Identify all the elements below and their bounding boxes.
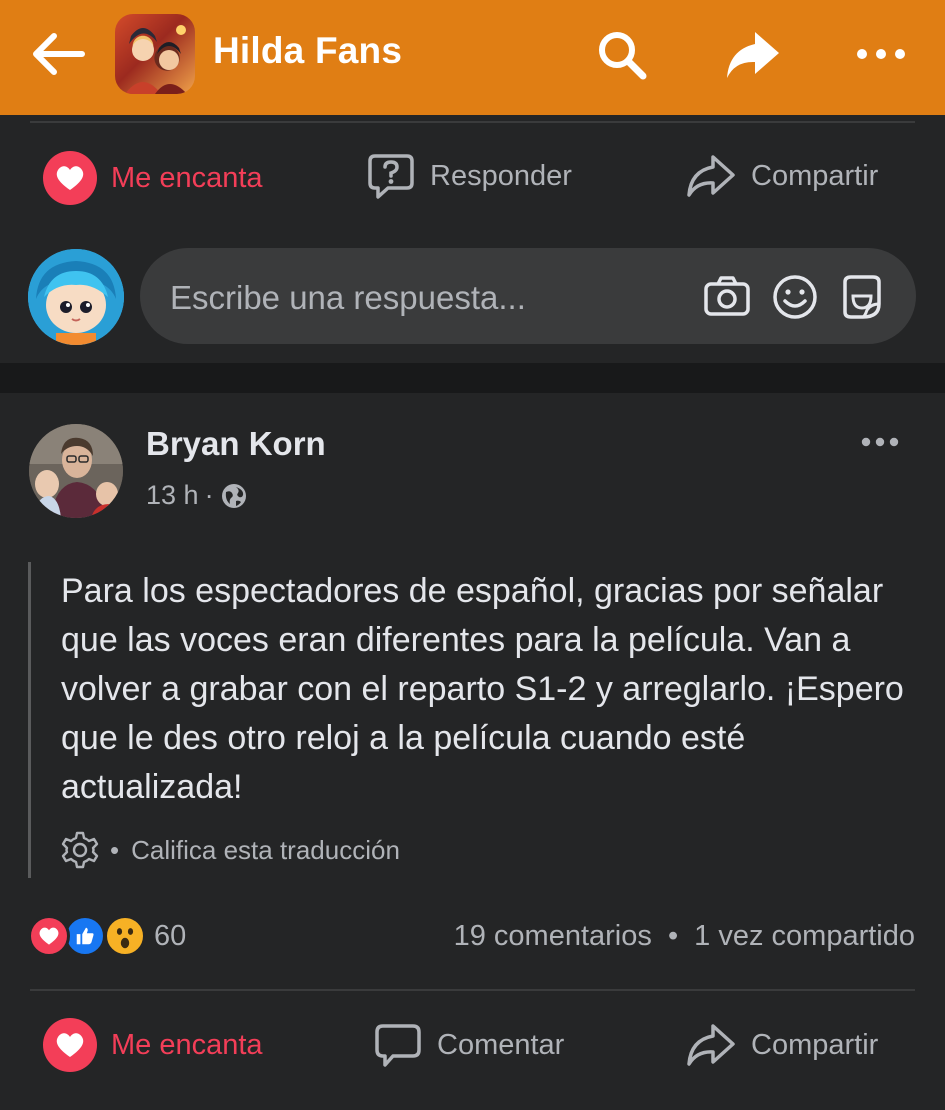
comment-icon [375,1024,421,1067]
share-icon [727,32,779,78]
share-post-button[interactable]: Compartir [685,1020,878,1070]
comment-label: Comentar [437,1028,565,1061]
shares-count[interactable]: 1 vez compartido [694,920,915,952]
post-time[interactable]: 13 h [146,480,199,511]
reply-button[interactable]: Responder [366,151,572,201]
more-options-button[interactable] [852,26,910,84]
rate-translation-row: • Califica esta traducción [60,830,400,870]
love-label: Me encanta [111,1028,263,1061]
search-button[interactable] [593,26,651,84]
share-label: Compartir [751,159,879,192]
reply-label: Responder [430,159,572,192]
reaction-count[interactable]: 60 [154,920,186,953]
back-button[interactable] [30,30,86,78]
back-arrow-icon [33,33,85,75]
wow-reaction-icon [104,915,146,957]
group-avatar-art [125,25,187,94]
emoji-icon [773,275,817,319]
section-separator [0,363,945,393]
sticker-button[interactable] [837,272,887,322]
sticker-icon [843,275,881,319]
emoji-button[interactable] [770,272,820,322]
divider [30,121,915,123]
user-avatar[interactable] [28,249,124,345]
camera-icon [704,276,750,316]
meta-separator: · [204,480,214,510]
reply-input[interactable]: Escribe una respuesta... [140,248,916,344]
heart-icon [43,1018,97,1072]
question-bubble-icon [368,154,414,199]
share-label: Compartir [751,1028,879,1061]
author-avatar[interactable] [29,424,123,518]
love-label: Me encanta [111,161,263,194]
group-avatar[interactable] [115,14,195,94]
gear-icon[interactable] [60,830,100,870]
search-icon [599,32,647,80]
love-reaction-icon [28,915,70,957]
group-header: Hilda Fans [0,0,945,115]
group-title[interactable]: Hilda Fans [213,30,402,72]
author-name[interactable]: Bryan Korn [146,425,326,463]
love-reaction-button[interactable]: Me encanta [43,151,263,205]
reply-placeholder: Escribe una respuesta... [170,279,526,316]
post-meta: 13 h · [146,480,248,511]
translation-quote-bar [28,562,31,878]
camera-button[interactable] [702,272,752,322]
share-outline-icon [687,155,735,197]
comment-button[interactable]: Comentar [373,1020,564,1070]
post-body: Para los espectadores de español, gracia… [61,572,904,806]
reaction-icons[interactable] [28,915,158,957]
engagement-summary: 19 comentarios • 1 vez compartido [454,920,915,953]
comments-count[interactable]: 19 comentarios [454,920,652,952]
more-icon [861,437,899,447]
engagement-separator: • [667,920,679,952]
more-icon [857,49,905,59]
user-avatar-art [28,249,124,345]
share-outline-icon [687,1024,735,1066]
share-post-button[interactable]: Compartir [685,151,878,201]
globe-icon [221,483,246,508]
divider [30,989,915,991]
rate-separator: • [110,834,120,865]
author-avatar-photo [29,424,123,518]
like-reaction-icon [64,915,106,957]
love-reaction-button[interactable]: Me encanta [43,1018,263,1072]
share-button[interactable] [723,26,781,84]
heart-icon [43,151,97,205]
rate-translation-link[interactable]: Califica esta traducción [131,835,400,866]
post-options-button[interactable] [855,422,905,462]
